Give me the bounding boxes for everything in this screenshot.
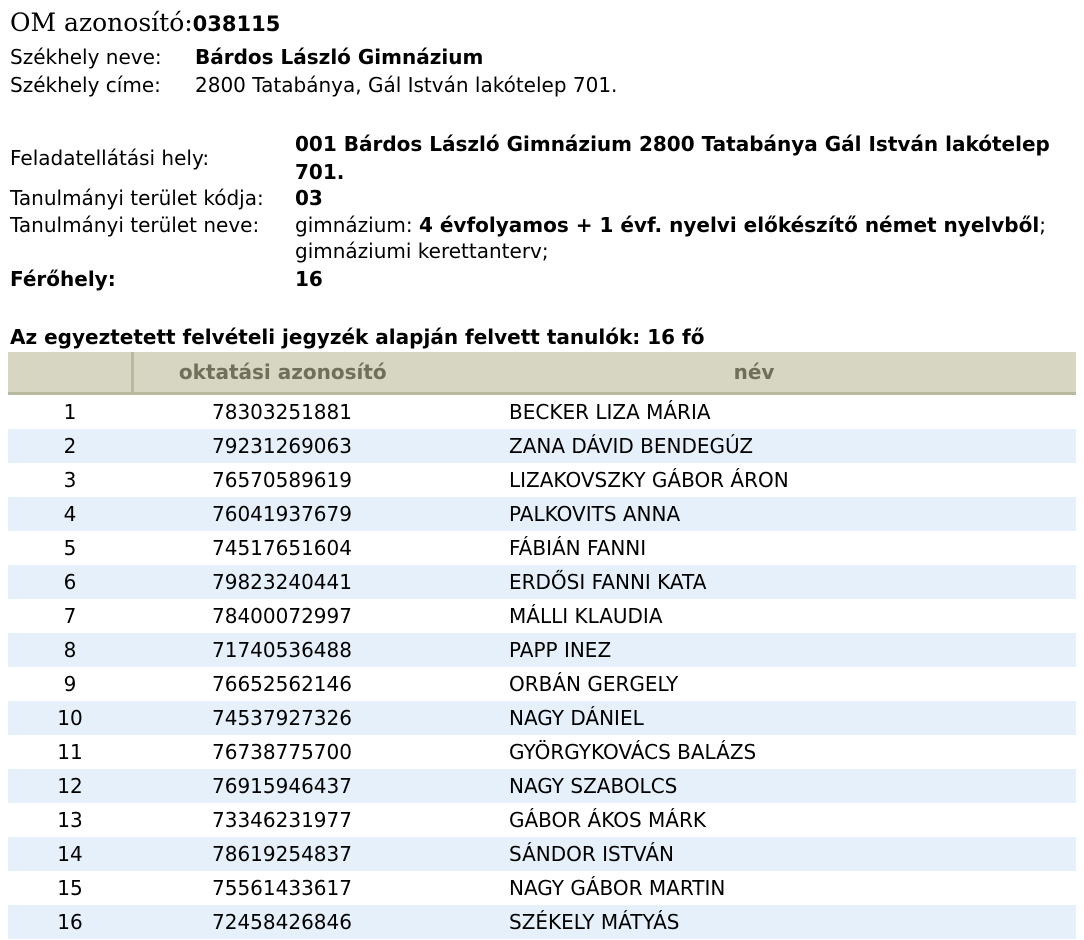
admitted-list-heading: Az egyeztetett felvételi jegyzék alapján… — [10, 325, 705, 349]
table-body: 1 78303251881 BECKER LIZA MÁRIA 2 7923126906… — [8, 394, 1076, 939]
study-area-name-bold: 4 évfolyamos + 1 évf. nyelvi előkészítő … — [418, 213, 1040, 237]
student-name: BECKER LIZA MÁRIA — [509, 400, 711, 424]
student-name: LIZAKOVSZKY GÁBOR ÁRON — [509, 468, 789, 492]
table-row: 13 73346231977 GÁBOR ÁKOS MÁRK — [8, 803, 1076, 837]
education-id: 78303251881 — [212, 400, 352, 424]
education-id: 76041937679 — [132, 497, 432, 531]
seat-address-row: Székhely címe: 2800 Tatabánya, Gál István… — [10, 72, 617, 98]
admitted-students-table: oktatási azonosító név 1 78303251881 BECKE… — [8, 352, 1076, 939]
row-index: 13 — [57, 808, 83, 832]
capacity-value: 16 — [295, 267, 323, 291]
study-area-code-value: 03 — [295, 186, 323, 210]
table-row: 8 71740536488 PAPP INEZ — [8, 633, 1076, 667]
table-row: 1 78303251881 BECKER LIZA MÁRIA — [8, 394, 1076, 430]
student-name: ORBÁN GERGELY — [509, 672, 679, 696]
om-id-line: OM azonosító:038115 — [10, 8, 280, 42]
row-index: 7 — [63, 604, 77, 628]
student-name: ERDŐSI FANNI KATA — [432, 565, 1076, 599]
student-name: PALKOVITS ANNA — [432, 497, 1076, 531]
education-id: 71740536488 — [132, 633, 432, 667]
education-id: 76652562146 — [212, 672, 352, 696]
education-id: 73346231977 — [212, 808, 352, 832]
om-id-value: 038115 — [192, 12, 281, 36]
table-row: 9 76652562146 ORBÁN GERGELY — [8, 667, 1076, 701]
row-index: 4 — [8, 497, 132, 531]
row-index: 14 — [8, 837, 132, 871]
table-row: 12 76915946437 NAGY SZABOLCS — [8, 769, 1076, 803]
om-id-label: OM azonosító: — [10, 8, 193, 37]
education-id: 79823240441 — [132, 565, 432, 599]
row-index: 12 — [8, 769, 132, 803]
student-name: MÁLLI KLAUDIA — [509, 604, 663, 628]
table-row: 10 74537927326 NAGY DÁNIEL — [8, 701, 1076, 735]
table-row: 5 74517651604 FÁBIÁN FANNI — [8, 531, 1076, 565]
education-id: 76570589619 — [212, 468, 352, 492]
education-id: 76915946437 — [132, 769, 432, 803]
row-index: 2 — [8, 429, 132, 463]
row-index: 11 — [57, 740, 83, 764]
table-row: 7 78400072997 MÁLLI KLAUDIA — [8, 599, 1076, 633]
seat-name-row: Székhely neve: Bárdos László Gimnázium — [10, 44, 483, 70]
table-row: 3 76570589619 LIZAKOVSZKY GÁBOR ÁRON — [8, 463, 1076, 497]
education-id: 78400072997 — [212, 604, 352, 628]
table-row: 11 76738775700 GYÖRGYKOVÁCS BALÁZS — [8, 735, 1076, 769]
student-name: SÁNDOR ISTVÁN — [432, 837, 1076, 871]
row-index: 16 — [8, 905, 132, 939]
student-name: ZANA DÁVID BENDEGÚZ — [432, 429, 1076, 463]
table-row: 4 76041937679 PALKOVITS ANNA — [8, 497, 1076, 531]
education-id: 74537927326 — [132, 701, 432, 735]
task-place-value: 001 Bárdos László Gimnázium 2800 Tatabán… — [295, 132, 1050, 184]
student-name: GYÖRGYKOVÁCS BALÁZS — [509, 740, 757, 764]
seat-name-label: Székhely neve: — [10, 45, 162, 69]
column-header-name: név — [432, 352, 1076, 395]
row-index: 3 — [63, 468, 77, 492]
education-id: 79231269063 — [132, 429, 432, 463]
student-name: NAGY DÁNIEL — [432, 701, 1076, 735]
education-id: 74517651604 — [212, 536, 352, 560]
student-name: GÁBOR ÁKOS MÁRK — [509, 808, 706, 832]
education-id: 72458426846 — [132, 905, 432, 939]
row-index: 15 — [57, 876, 83, 900]
table-row: 6 79823240441 ERDŐSI FANNI KATA — [8, 565, 1076, 599]
seat-address-label: Székhely címe: — [10, 73, 161, 97]
study-area-name-value: gimnázium: 4 évfolyamos + 1 évf. nyelvi … — [295, 212, 1055, 264]
row-index: 1 — [63, 400, 77, 424]
task-place-label: Feladatellátási hely: — [10, 146, 210, 170]
row-index: 8 — [8, 633, 132, 667]
student-name: NAGY GÁBOR MARTIN — [509, 876, 726, 900]
row-index: 9 — [63, 672, 77, 696]
education-id: 78619254837 — [132, 837, 432, 871]
student-name: SZÉKELY MÁTYÁS — [432, 905, 1076, 939]
table-row: 14 78619254837 SÁNDOR ISTVÁN — [8, 837, 1076, 871]
table-row: 16 72458426846 SZÉKELY MÁTYÁS — [8, 905, 1076, 939]
study-area-name-prefix: gimnázium: — [295, 213, 419, 237]
column-header-education-id: oktatási azonosító — [130, 352, 432, 395]
student-name: FÁBIÁN FANNI — [509, 536, 647, 560]
student-name: PAPP INEZ — [432, 633, 1076, 667]
row-index: 5 — [63, 536, 77, 560]
row-index: 10 — [8, 701, 132, 735]
seat-name-value: Bárdos László Gimnázium — [195, 45, 484, 69]
row-index: 6 — [8, 565, 132, 599]
education-id: 76738775700 — [212, 740, 352, 764]
study-area-code-label: Tanulmányi terület kódja: — [10, 186, 264, 210]
table-row: 2 79231269063 ZANA DÁVID BENDEGÚZ — [8, 429, 1076, 463]
table-header-row: oktatási azonosító név — [8, 352, 1076, 395]
table-row: 15 75561433617 NAGY GÁBOR MARTIN — [8, 871, 1076, 905]
column-header-index — [8, 352, 132, 395]
student-name: NAGY SZABOLCS — [432, 769, 1076, 803]
seat-address-value: 2800 Tatabánya, Gál István lakótelep 701… — [195, 73, 618, 97]
capacity-label: Férőhely: — [10, 267, 116, 291]
education-id: 75561433617 — [212, 876, 352, 900]
study-area-name-label: Tanulmányi terület neve: — [10, 213, 260, 237]
